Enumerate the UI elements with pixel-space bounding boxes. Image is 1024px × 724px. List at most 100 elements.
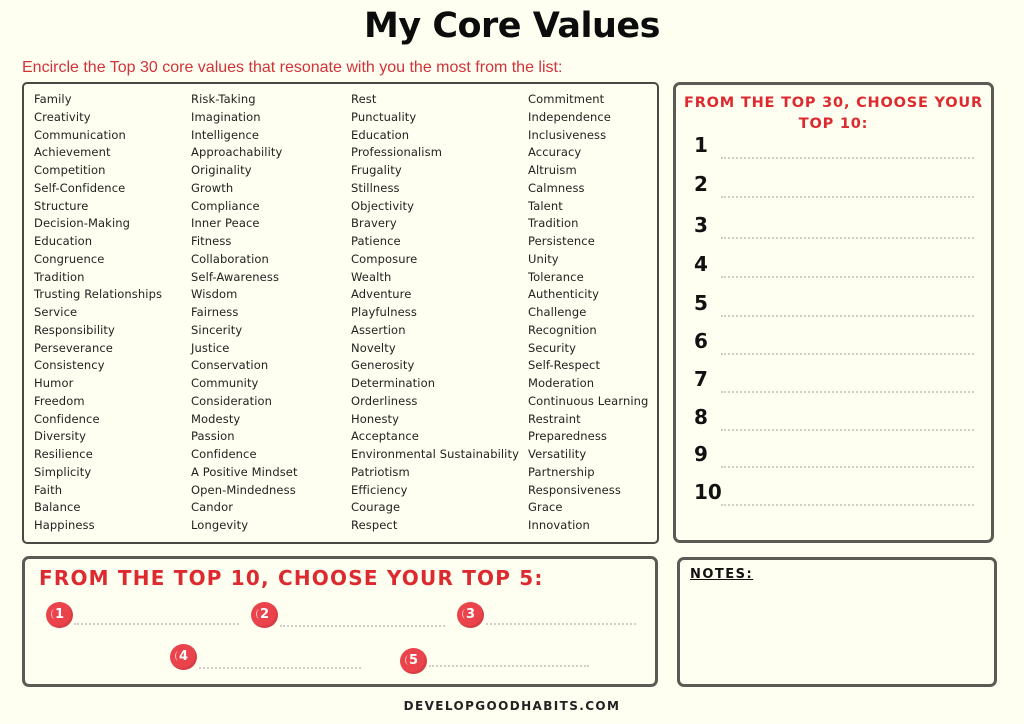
top10-input-line[interactable] [721,504,974,506]
value-item[interactable]: Education [351,127,519,145]
value-item[interactable]: Recognition [528,322,648,340]
value-item[interactable]: Compliance [191,198,298,216]
value-item[interactable]: Grace [528,499,648,517]
value-item[interactable]: Family [34,91,162,109]
value-item[interactable]: Accuracy [528,144,648,162]
value-item[interactable]: Composure [351,251,519,269]
value-item[interactable]: Self-Awareness [191,269,298,287]
value-item[interactable]: Longevity [191,517,298,535]
top10-input-line[interactable] [721,237,974,239]
value-item[interactable]: Intelligence [191,127,298,145]
value-item[interactable]: Playfulness [351,304,519,322]
value-item[interactable]: Talent [528,198,648,216]
value-item[interactable]: Risk-Taking [191,91,298,109]
value-item[interactable]: Persistence [528,233,648,251]
value-item[interactable]: Inclusiveness [528,127,648,145]
value-item[interactable]: Confidence [191,446,298,464]
value-item[interactable]: Environmental Sustainability [351,446,519,464]
value-item[interactable]: Objectivity [351,198,519,216]
top10-input-line[interactable] [721,429,974,431]
top5-input-line[interactable] [199,667,361,669]
top10-input-line[interactable] [721,391,974,393]
value-item[interactable]: Inner Peace [191,215,298,233]
value-item[interactable]: Altruism [528,162,648,180]
value-item[interactable]: Simplicity [34,464,162,482]
value-item[interactable]: Originality [191,162,298,180]
value-item[interactable]: Modesty [191,411,298,429]
value-item[interactable]: Creativity [34,109,162,127]
value-item[interactable]: Independence [528,109,648,127]
value-item[interactable]: Efficiency [351,482,519,500]
value-item[interactable]: Honesty [351,411,519,429]
value-item[interactable]: Partnership [528,464,648,482]
value-item[interactable]: Resilience [34,446,162,464]
value-item[interactable]: Tradition [34,269,162,287]
value-item[interactable]: Rest [351,91,519,109]
value-item[interactable]: Responsibility [34,322,162,340]
value-item[interactable]: Acceptance [351,428,519,446]
value-item[interactable]: A Positive Mindset [191,464,298,482]
top5-input-line[interactable] [74,623,239,625]
value-item[interactable]: Moderation [528,375,648,393]
top10-input-line[interactable] [721,353,974,355]
value-item[interactable]: Collaboration [191,251,298,269]
value-item[interactable]: Balance [34,499,162,517]
value-item[interactable]: Novelty [351,340,519,358]
value-item[interactable]: Professionalism [351,144,519,162]
value-item[interactable]: Freedom [34,393,162,411]
value-item[interactable]: Responsiveness [528,482,648,500]
value-item[interactable]: Approachability [191,144,298,162]
top5-input-line[interactable] [280,625,445,627]
value-item[interactable]: Innovation [528,517,648,535]
value-item[interactable]: Structure [34,198,162,216]
value-item[interactable]: Continuous Learning [528,393,648,411]
value-item[interactable]: Candor [191,499,298,517]
value-item[interactable]: Patriotism [351,464,519,482]
value-item[interactable]: Happiness [34,517,162,535]
value-item[interactable]: Education [34,233,162,251]
value-item[interactable]: Wisdom [191,286,298,304]
value-item[interactable]: Humor [34,375,162,393]
value-item[interactable]: Preparedness [528,428,648,446]
top5-input-line[interactable] [429,665,589,667]
value-item[interactable]: Fairness [191,304,298,322]
value-item[interactable]: Commitment [528,91,648,109]
value-item[interactable]: Competition [34,162,162,180]
value-item[interactable]: Tolerance [528,269,648,287]
value-item[interactable]: Tradition [528,215,648,233]
value-item[interactable]: Respect [351,517,519,535]
value-item[interactable]: Punctuality [351,109,519,127]
value-item[interactable]: Communication [34,127,162,145]
value-item[interactable]: Faith [34,482,162,500]
value-item[interactable]: Consideration [191,393,298,411]
value-item[interactable]: Open-Mindedness [191,482,298,500]
value-item[interactable]: Determination [351,375,519,393]
value-item[interactable]: Unity [528,251,648,269]
value-item[interactable]: Confidence [34,411,162,429]
notes-panel[interactable]: NOTES: [677,557,997,687]
top5-input-line[interactable] [486,623,636,625]
value-item[interactable]: Consistency [34,357,162,375]
value-item[interactable]: Stillness [351,180,519,198]
top10-input-line[interactable] [721,315,974,317]
value-item[interactable]: Imagination [191,109,298,127]
value-item[interactable]: Justice [191,340,298,358]
top10-input-line[interactable] [721,157,974,159]
value-item[interactable]: Diversity [34,428,162,446]
value-item[interactable]: Achievement [34,144,162,162]
value-item[interactable]: Community [191,375,298,393]
value-item[interactable]: Versatility [528,446,648,464]
value-item[interactable]: Trusting Relationships [34,286,162,304]
value-item[interactable]: Growth [191,180,298,198]
value-item[interactable]: Bravery [351,215,519,233]
value-item[interactable]: Self-Respect [528,357,648,375]
value-item[interactable]: Passion [191,428,298,446]
value-item[interactable]: Courage [351,499,519,517]
value-item[interactable]: Fitness [191,233,298,251]
value-item[interactable]: Restraint [528,411,648,429]
value-item[interactable]: Authenticity [528,286,648,304]
value-item[interactable]: Patience [351,233,519,251]
value-item[interactable]: Perseverance [34,340,162,358]
value-item[interactable]: Generosity [351,357,519,375]
value-item[interactable]: Service [34,304,162,322]
